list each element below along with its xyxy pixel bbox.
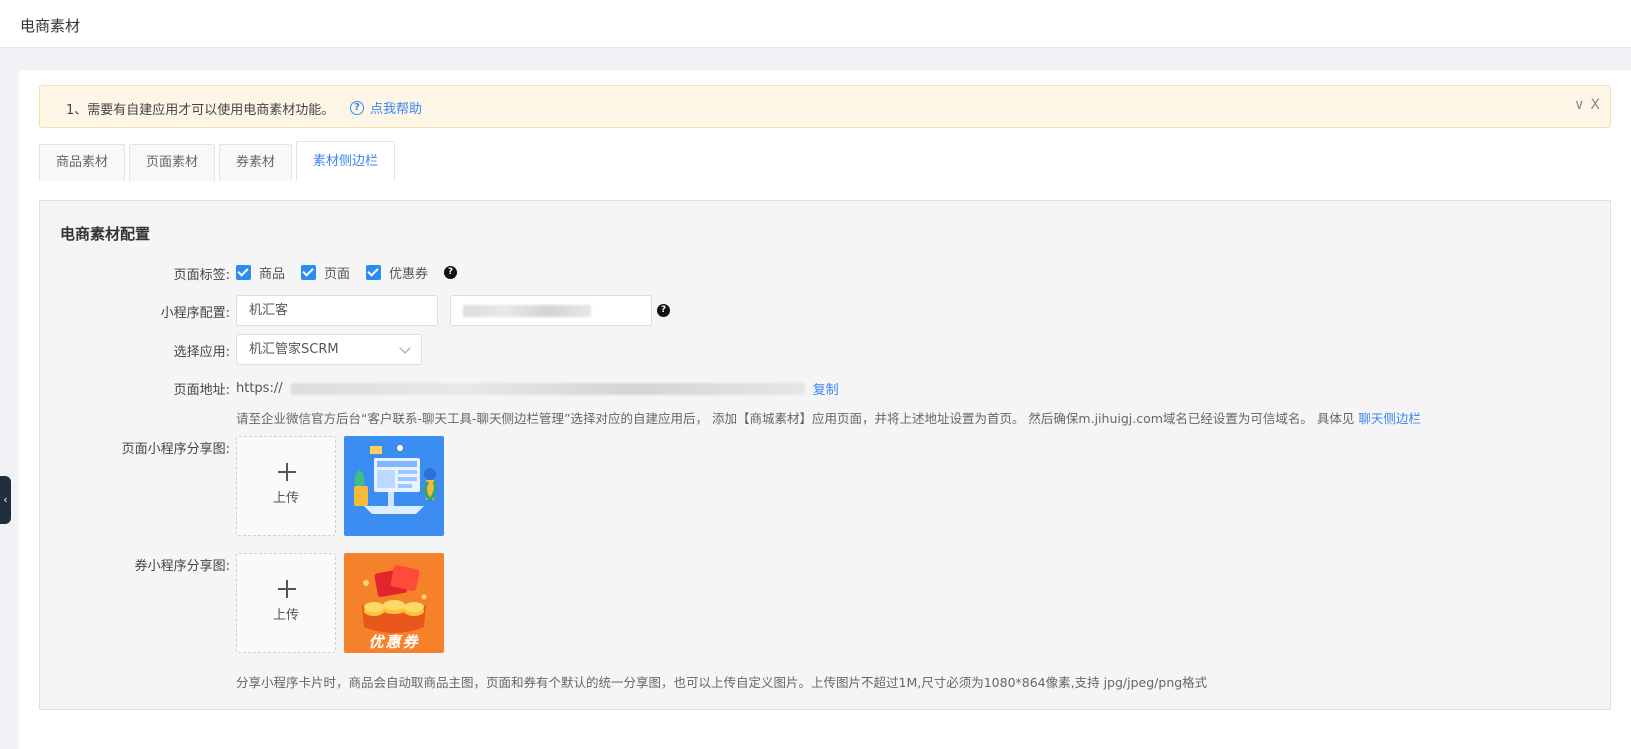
question-icon[interactable]: ? [657, 304, 670, 317]
checkbox-coupon-label: 优惠券 [389, 267, 429, 282]
app-select-label: 选择应用: [173, 345, 230, 360]
plus-icon [278, 580, 296, 598]
coupon-share-upload[interactable]: 上传 [236, 553, 336, 653]
tab-page-material[interactable]: 页面素材 [129, 144, 216, 181]
page-url-prefix: https:// [236, 381, 283, 396]
page-url-hint: 请至企业微信官方后台“客户联系-聊天工具-聊天侧边栏管理”选择对应的自建应用后，… [236, 408, 1421, 427]
page-tags-group: 商品 页面 优惠券 ? [236, 263, 458, 282]
share-image-footnote: 分享小程序卡片时，商品会自动取商品主图，页面和券有个默认的统一分享图，也可以上传… [236, 675, 1208, 690]
checkbox-checked-icon [301, 265, 317, 280]
page-url-hint-text: 请至企业微信官方后台“客户联系-聊天工具-聊天侧边栏管理”选择对应的自建应用后，… [236, 411, 1355, 426]
coupon-image-caption: 优惠券 [368, 633, 420, 651]
question-icon[interactable]: ? [444, 266, 458, 279]
checkbox-page-label: 页面 [324, 267, 351, 282]
main-panel: 1、需要有自建应用才可以使用电商素材功能。 ? 点我帮助 ∨ X 商品素材 页面… [19, 70, 1631, 749]
checkbox-page[interactable]: 页面 [301, 263, 350, 282]
chevron-left-icon: ‹ [3, 493, 8, 506]
notice-banner: 1、需要有自建应用才可以使用电商素材功能。 ? 点我帮助 ∨ X [39, 85, 1611, 128]
copy-button[interactable]: 复制 [813, 379, 839, 398]
question-circle-icon: ? [350, 100, 364, 115]
notice-controls: ∨ X [1574, 97, 1600, 113]
page-share-upload[interactable]: 上传 [236, 436, 336, 536]
plus-icon [278, 463, 296, 481]
app-select[interactable]: 机汇管家SCRM [236, 334, 422, 365]
app-select-value: 机汇管家SCRM [249, 342, 339, 357]
page-tags-label: 页面标签: [173, 268, 230, 283]
notice-message: 1、需要有自建应用才可以使用电商素材功能。 [66, 103, 335, 118]
miniprogram-name-input[interactable]: 机汇客 [236, 295, 438, 326]
help-link-label: 点我帮助 [370, 102, 423, 117]
tab-bar: 商品素材 页面素材 券素材 素材侧边栏 [39, 141, 396, 181]
config-section: 电商素材配置 页面标签: 商品 页面 优惠券 ? 小程序配置: 机汇客 ? 选择… [39, 200, 1611, 710]
checkbox-checked-icon [366, 265, 382, 280]
redacted-value [463, 304, 591, 317]
checkbox-coupon[interactable]: 优惠券 [366, 263, 428, 282]
tab-coupon-material[interactable]: 券素材 [219, 144, 293, 181]
top-bar: 电商素材 [0, 0, 1631, 48]
tab-product-material[interactable]: 商品素材 [39, 144, 126, 181]
miniprogram-appid-input[interactable] [450, 295, 652, 326]
chevron-down-icon[interactable]: ∨ [1574, 97, 1584, 113]
help-link[interactable]: ? 点我帮助 [350, 98, 422, 117]
miniprogram-label: 小程序配置: [160, 306, 230, 321]
page-url-row: https:// 复制 [236, 379, 839, 398]
redacted-url [290, 382, 805, 395]
page-share-label: 页面小程序分享图: [121, 442, 230, 457]
checkbox-product-label: 商品 [259, 267, 286, 282]
config-heading: 电商素材配置 [60, 225, 151, 243]
page-share-image [344, 436, 444, 536]
close-icon[interactable]: X [1590, 97, 1600, 113]
upload-label: 上传 [272, 491, 299, 506]
chevron-down-icon [399, 342, 411, 354]
coupon-share-image: 优惠券 [344, 553, 444, 653]
checkbox-product[interactable]: 商品 [236, 263, 285, 282]
upload-label: 上传 [272, 608, 299, 623]
page-title: 电商素材 [20, 17, 81, 35]
sidebar-toggle-handle[interactable]: ‹ [0, 476, 11, 524]
tab-material-sidebar[interactable]: 素材侧边栏 [296, 141, 396, 181]
sidebar-help-link[interactable]: 聊天侧边栏 [1358, 411, 1421, 426]
coupon-share-label: 券小程序分享图: [134, 559, 230, 574]
checkbox-checked-icon [236, 265, 251, 280]
page-url-label: 页面地址: [173, 383, 230, 398]
